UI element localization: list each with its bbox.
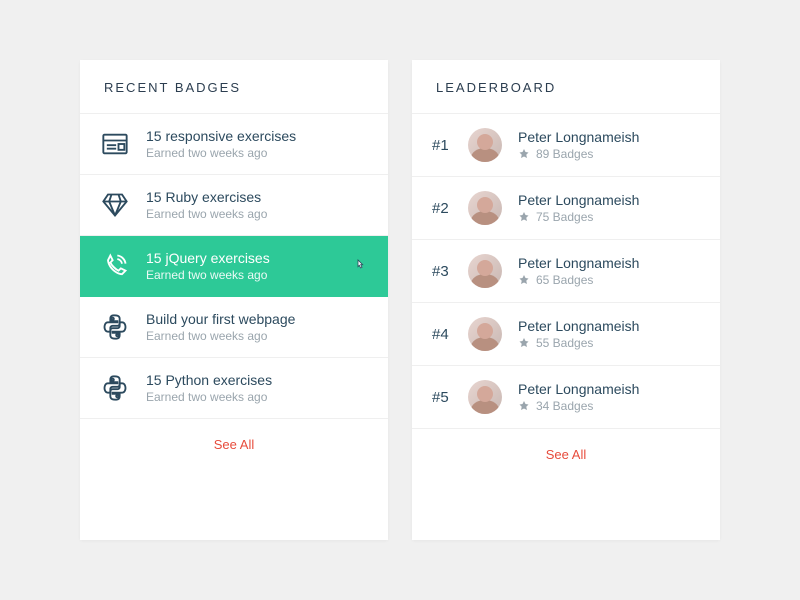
user-name: Peter Longnameish bbox=[518, 129, 700, 145]
badge-count: 34 Badges bbox=[536, 399, 593, 413]
recent-badges-header: RECENT BADGES bbox=[80, 60, 388, 114]
avatar bbox=[468, 128, 502, 162]
badge-count-icon bbox=[518, 274, 530, 286]
cursor-icon bbox=[352, 258, 368, 274]
user-name: Peter Longnameish bbox=[518, 255, 700, 271]
badge-title: 15 jQuery exercises bbox=[146, 250, 344, 266]
badge-item[interactable]: Build your first webpage Earned two week… bbox=[80, 297, 388, 358]
phone-icon bbox=[100, 251, 130, 281]
see-all-link[interactable]: See All bbox=[80, 419, 388, 470]
browser-icon bbox=[100, 129, 130, 159]
badge-subtitle: Earned two weeks ago bbox=[146, 329, 368, 343]
leaderboard-item[interactable]: #4 Peter Longnameish 55 Badges bbox=[412, 303, 720, 366]
leaderboard-item[interactable]: #3 Peter Longnameish 65 Badges bbox=[412, 240, 720, 303]
avatar bbox=[468, 191, 502, 225]
python-icon bbox=[100, 373, 130, 403]
recent-badges-card: RECENT BADGES 15 responsive exercises Ea… bbox=[80, 60, 388, 540]
badge-count: 55 Badges bbox=[536, 336, 593, 350]
user-name: Peter Longnameish bbox=[518, 192, 700, 208]
leaderboard-item[interactable]: #2 Peter Longnameish 75 Badges bbox=[412, 177, 720, 240]
rank-label: #4 bbox=[432, 326, 462, 343]
rank-label: #3 bbox=[432, 263, 462, 280]
badge-item[interactable]: 15 responsive exercises Earned two weeks… bbox=[80, 114, 388, 175]
badge-subtitle: Earned two weeks ago bbox=[146, 207, 368, 221]
badge-subtitle: Earned two weeks ago bbox=[146, 390, 368, 404]
avatar bbox=[468, 380, 502, 414]
user-name: Peter Longnameish bbox=[518, 381, 700, 397]
badge-item[interactable]: 15 Ruby exercises Earned two weeks ago bbox=[80, 175, 388, 236]
badge-count: 75 Badges bbox=[536, 210, 593, 224]
badge-count-icon bbox=[518, 211, 530, 223]
user-name: Peter Longnameish bbox=[518, 318, 700, 334]
rank-label: #2 bbox=[432, 200, 462, 217]
rank-label: #5 bbox=[432, 389, 462, 406]
avatar bbox=[468, 317, 502, 351]
badge-count-icon bbox=[518, 337, 530, 349]
leaderboard-card: LEADERBOARD #1 Peter Longnameish 89 Badg… bbox=[412, 60, 720, 540]
badge-item[interactable]: 15 Python exercises Earned two weeks ago bbox=[80, 358, 388, 419]
leaderboard-item[interactable]: #1 Peter Longnameish 89 Badges bbox=[412, 114, 720, 177]
badge-count-icon bbox=[518, 148, 530, 160]
badge-title: 15 responsive exercises bbox=[146, 128, 368, 144]
see-all-link[interactable]: See All bbox=[412, 429, 720, 480]
badge-subtitle: Earned two weeks ago bbox=[146, 146, 368, 160]
avatar bbox=[468, 254, 502, 288]
badge-title: 15 Ruby exercises bbox=[146, 189, 368, 205]
badge-title: 15 Python exercises bbox=[146, 372, 368, 388]
badge-item[interactable]: 15 jQuery exercises Earned two weeks ago bbox=[80, 236, 388, 297]
badge-count: 89 Badges bbox=[536, 147, 593, 161]
rank-label: #1 bbox=[432, 137, 462, 154]
badge-count: 65 Badges bbox=[536, 273, 593, 287]
badge-subtitle: Earned two weeks ago bbox=[146, 268, 344, 282]
diamond-icon bbox=[100, 190, 130, 220]
badge-count-icon bbox=[518, 400, 530, 412]
leaderboard-item[interactable]: #5 Peter Longnameish 34 Badges bbox=[412, 366, 720, 429]
leaderboard-header: LEADERBOARD bbox=[412, 60, 720, 114]
python-icon bbox=[100, 312, 130, 342]
badge-title: Build your first webpage bbox=[146, 311, 368, 327]
